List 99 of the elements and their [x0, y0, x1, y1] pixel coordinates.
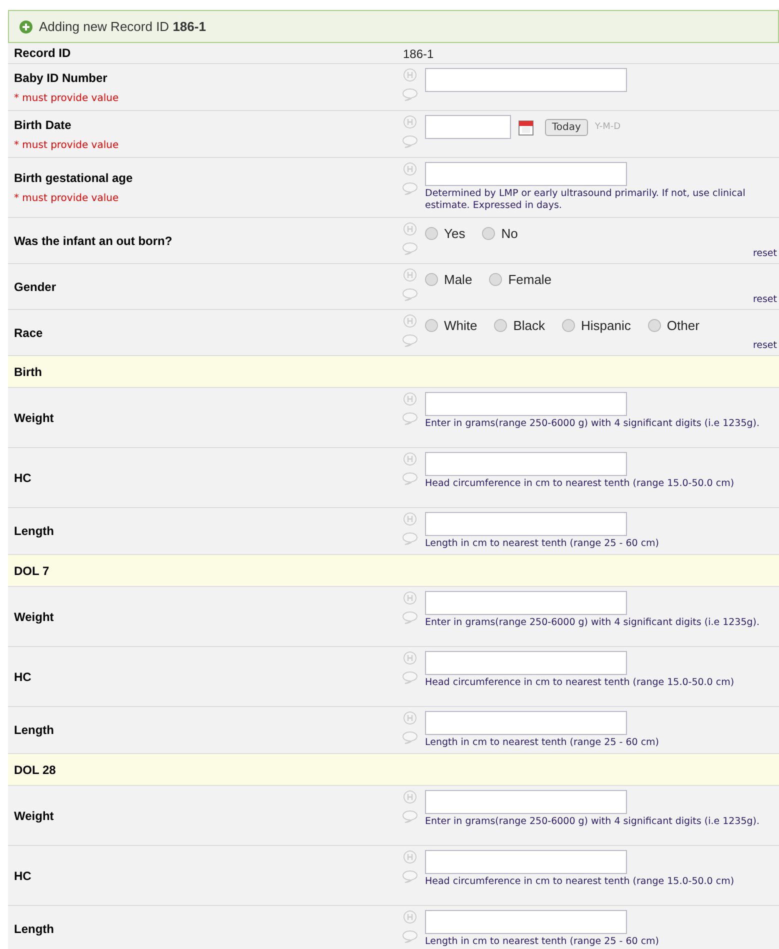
- field-label: Weight: [14, 808, 55, 822]
- input-field[interactable]: [425, 790, 627, 814]
- section-title: DOL 7: [14, 564, 50, 578]
- comment-icon[interactable]: [402, 671, 418, 684]
- input-field[interactable]: [425, 711, 627, 735]
- input-field[interactable]: [425, 68, 627, 92]
- help-icon[interactable]: [402, 711, 416, 725]
- help-icon[interactable]: [402, 452, 416, 466]
- comment-icon[interactable]: [402, 135, 418, 148]
- help-icon[interactable]: [402, 222, 416, 236]
- comment-icon[interactable]: [402, 242, 418, 255]
- field-note: Head circumference in cm to nearest tenth (range 15.0-50.0 cm): [425, 677, 736, 689]
- field-note: Enter in grams(range 250-6000 g) with 4 significant digits (i.e 1235g).: [425, 617, 761, 629]
- comment-icon[interactable]: [402, 412, 418, 425]
- field-label: Weight: [14, 410, 55, 424]
- help-icon[interactable]: [402, 850, 416, 864]
- required-note: * must provide value: [14, 92, 120, 104]
- field-label: HC: [14, 470, 32, 484]
- comment-icon[interactable]: [402, 288, 418, 301]
- radio-label: Other: [666, 318, 700, 333]
- radio-label: Yes: [444, 226, 466, 241]
- field-label: Baby ID Number: [14, 70, 108, 84]
- help-icon[interactable]: [402, 910, 416, 924]
- comment-icon[interactable]: [402, 810, 418, 823]
- field-note: Enter in grams(range 250-6000 g) with 4 significant digits (i.e 1235g).: [425, 418, 761, 430]
- field-note: Head circumference in cm to nearest tenth (range 15.0-50.0 cm): [425, 478, 736, 490]
- date-format: Y-M-D: [594, 122, 621, 132]
- field-label: HC: [14, 868, 32, 882]
- radio-label: White: [444, 318, 478, 333]
- radio-label: Female: [508, 272, 552, 287]
- help-icon[interactable]: [402, 392, 416, 406]
- radio-label: Black: [513, 318, 546, 333]
- field-label: Weight: [14, 610, 55, 624]
- radio-button[interactable]: [425, 227, 438, 240]
- radio-button[interactable]: [562, 319, 576, 332]
- input-field[interactable]: [425, 392, 627, 416]
- radio-button[interactable]: [494, 319, 508, 332]
- help-icon[interactable]: [402, 314, 416, 328]
- comment-icon[interactable]: [402, 930, 418, 943]
- field-note: Length in cm to nearest tenth (range 25 - 60 cm): [425, 737, 660, 749]
- comment-icon[interactable]: [402, 731, 418, 744]
- field-value: 186-1: [402, 46, 434, 63]
- input-field[interactable]: [425, 162, 627, 186]
- field-note: Head circumference in cm to nearest tenth (range 15.0-50.0 cm): [425, 876, 736, 888]
- input-field[interactable]: [425, 850, 627, 874]
- radio-label: Male: [444, 272, 472, 287]
- comment-icon[interactable]: [402, 88, 418, 101]
- help-icon[interactable]: [402, 115, 416, 129]
- reset-link[interactable]: reset: [752, 294, 777, 305]
- section-title: DOL 28: [14, 762, 56, 776]
- radio-button[interactable]: [482, 227, 496, 240]
- required-note: * must provide value: [14, 140, 120, 150]
- reset-link[interactable]: reset: [752, 248, 777, 259]
- radio-button[interactable]: [648, 319, 661, 332]
- radio-button[interactable]: [425, 273, 438, 286]
- field-label: HC: [14, 670, 32, 684]
- comment-icon[interactable]: [402, 334, 418, 347]
- help-icon[interactable]: [402, 68, 416, 82]
- comment-icon[interactable]: [402, 182, 418, 195]
- comment-icon[interactable]: [402, 611, 418, 624]
- input-field[interactable]: [425, 651, 627, 675]
- field-label: Race: [14, 326, 44, 340]
- field-label: Length: [14, 524, 55, 538]
- reset-link[interactable]: reset: [752, 340, 777, 351]
- header-title: Adding new Record ID 186-1: [39, 19, 206, 34]
- input-field[interactable]: [425, 591, 627, 615]
- comment-icon[interactable]: [402, 870, 418, 883]
- radio-button[interactable]: [489, 273, 502, 286]
- required-note: * must provide value: [14, 193, 120, 204]
- field-note: Determined by LMP or early ultrasound primarily. If not, use clinical estimate. Expressed in days.: [425, 188, 746, 212]
- field-note: Enter in grams(range 250-6000 g) with 4 significant digits (i.e 1235g).: [425, 816, 761, 828]
- field-label: Birth Date: [14, 118, 72, 132]
- add-icon: [19, 20, 33, 34]
- field-label: Record ID: [14, 46, 72, 60]
- comment-icon[interactable]: [402, 472, 418, 485]
- section-title: Birth: [14, 364, 42, 378]
- help-icon[interactable]: [402, 268, 416, 282]
- help-icon[interactable]: [402, 591, 416, 605]
- radio-label: Hispanic: [581, 318, 631, 333]
- help-icon[interactable]: [402, 162, 416, 176]
- today-button[interactable]: Today: [545, 118, 588, 136]
- date-field[interactable]: [425, 115, 511, 139]
- radio-button[interactable]: [425, 319, 438, 332]
- help-icon[interactable]: [402, 651, 416, 665]
- field-note: Length in cm to nearest tenth (range 25 - 60 cm): [425, 538, 660, 550]
- field-label: Length: [14, 922, 55, 936]
- comment-icon[interactable]: [402, 532, 418, 545]
- calendar-icon[interactable]: [518, 118, 534, 136]
- field-label: Gender: [14, 280, 58, 294]
- field-label: Length: [14, 723, 55, 737]
- input-field[interactable]: [425, 452, 627, 476]
- radio-label: No: [501, 226, 518, 241]
- field-note: Length in cm to nearest tenth (range 25 - 60 cm): [425, 936, 660, 948]
- help-icon[interactable]: [402, 790, 416, 804]
- input-field[interactable]: [425, 512, 627, 536]
- field-label: Birth gestational age: [14, 171, 134, 185]
- help-icon[interactable]: [402, 512, 416, 526]
- field-label: Was the infant an out born?: [14, 234, 174, 248]
- input-field[interactable]: [425, 910, 627, 934]
